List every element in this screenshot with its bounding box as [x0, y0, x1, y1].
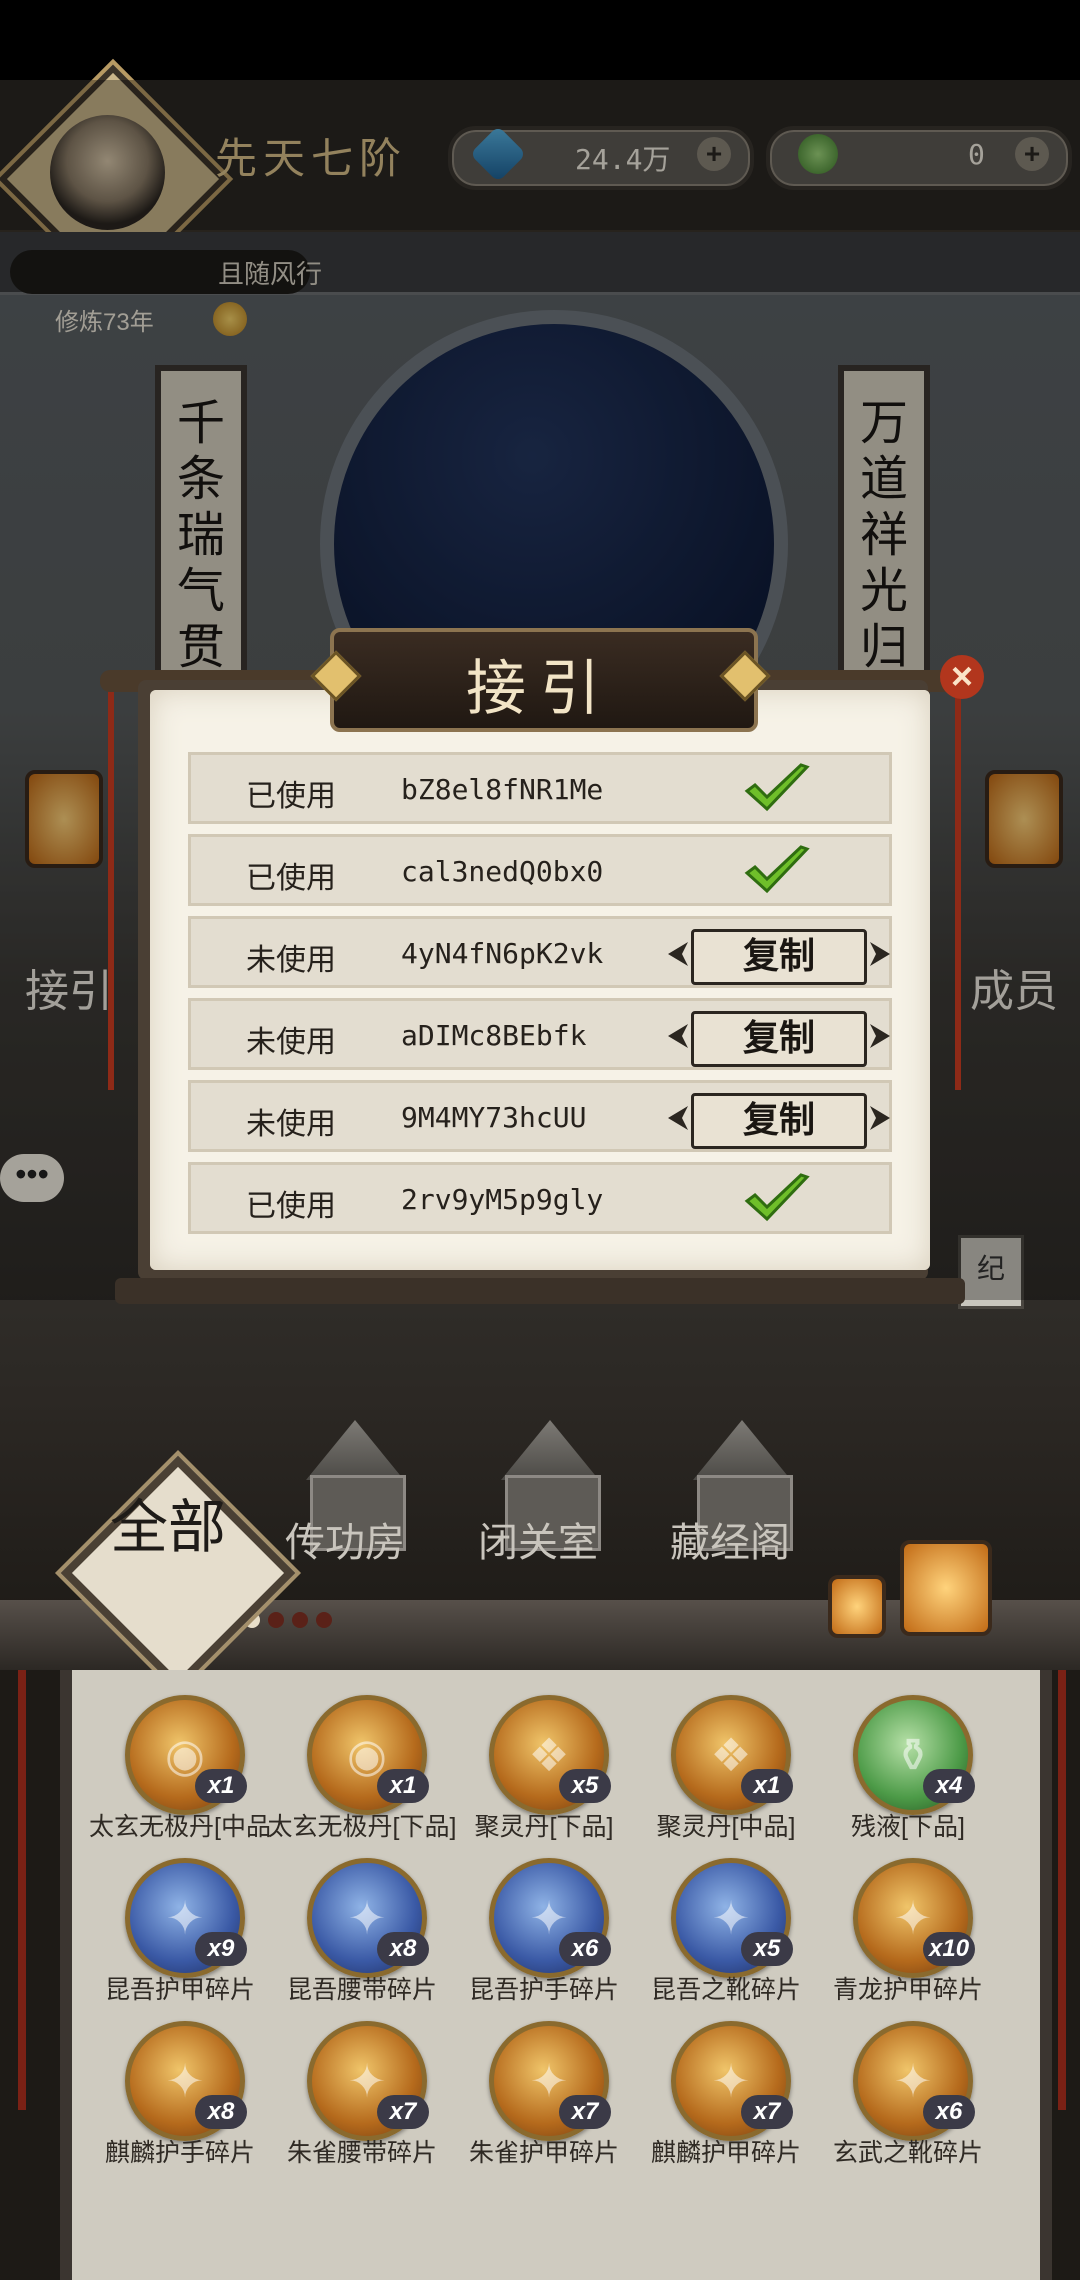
inventory-item[interactable]: ◉ x1 太玄无极丹[下品] — [262, 1695, 456, 1855]
item-count-badge: x9 — [195, 1932, 247, 1966]
copy-button[interactable]: 复制 — [691, 929, 867, 985]
item-name: 昆吾护手碎片 — [468, 1976, 619, 2004]
code-value: cal3nedQ0bx0 — [401, 855, 604, 888]
code-status: 已使用 — [246, 780, 336, 813]
code-row: 未使用 aDIMc8BEbfk 复制 — [188, 998, 892, 1070]
status-bar — [0, 0, 1080, 80]
code-status: 已使用 — [246, 1190, 336, 1223]
code-status: 未使用 — [246, 1026, 336, 1059]
item-name: 昆吾之靴碎片 — [650, 1976, 801, 2004]
dialog-title: 接引 — [466, 654, 614, 724]
page-dot[interactable] — [316, 1612, 332, 1628]
scroll-string — [108, 690, 114, 1090]
item-name: 麒麟护手碎片 — [104, 2139, 255, 2167]
copy-button[interactable]: 复制 — [691, 1011, 867, 1067]
inventory-item[interactable]: ✦ x5 昆吾之靴碎片 — [626, 1858, 806, 2018]
code-status: 未使用 — [246, 944, 336, 977]
code-value: 9M4MY73hcUU — [401, 1101, 587, 1134]
item-count-badge: x5 — [741, 1932, 793, 1966]
building-label[interactable]: 传功房 — [285, 1510, 405, 1568]
inventory-item[interactable]: ✦ x7 麒麟护甲碎片 — [626, 2021, 806, 2181]
inventory-item[interactable]: ✦ x7 朱雀护甲碎片 — [444, 2021, 624, 2181]
inventory-item[interactable]: ✦ x6 昆吾护手碎片 — [444, 1858, 624, 2018]
code-row: 未使用 9M4MY73hcUU 复制 — [188, 1080, 892, 1152]
item-count-badge: x10 — [923, 1932, 976, 1966]
inventory-item[interactable]: ✦ x6 玄武之靴碎片 — [808, 2021, 988, 2181]
check-icon — [744, 763, 810, 812]
scroll-bottom-rod — [115, 1278, 965, 1304]
lantern-icon — [828, 1575, 886, 1638]
item-name: 聚灵丹[下品] — [474, 1813, 614, 1841]
item-count-badge: x8 — [377, 1932, 429, 1966]
item-name: 昆吾护甲碎片 — [104, 1976, 255, 2004]
page-dot[interactable] — [292, 1612, 308, 1628]
inventory-item[interactable]: ✦ x8 麒麟护手碎片 — [80, 2021, 260, 2181]
red-rope — [18, 1670, 26, 2110]
code-row: 已使用 cal3nedQ0bx0 — [188, 834, 892, 906]
page-dot[interactable] — [268, 1612, 284, 1628]
building-label[interactable]: 闭关室 — [478, 1510, 598, 1568]
item-name: 朱雀护甲碎片 — [468, 2139, 619, 2167]
code-row: 已使用 bZ8el8fNR1Me — [188, 752, 892, 824]
item-count-badge: x4 — [923, 1769, 975, 1803]
filter-all-label[interactable]: 全部 — [110, 1495, 240, 1559]
code-row: 未使用 4yN4fN6pK2vk 复制 — [188, 916, 892, 988]
inventory-item[interactable]: ⚱ x4 残液[下品] — [808, 1695, 988, 1855]
item-count-badge: x6 — [559, 1932, 611, 1966]
item-name: 太玄无极丹[中品 — [89, 1813, 271, 1841]
inventory-item[interactable]: ◉ x1 太玄无极丹[中品 — [80, 1695, 271, 1855]
item-count-badge: x1 — [377, 1769, 429, 1803]
item-count-badge: x7 — [377, 2095, 429, 2129]
item-name: 聚灵丹[中品] — [656, 1813, 796, 1841]
inventory-item[interactable]: ✦ x8 昆吾腰带碎片 — [262, 1858, 442, 2018]
scroll-string — [955, 690, 961, 1090]
item-count-badge: x7 — [741, 2095, 793, 2129]
code-value: aDIMc8BEbfk — [401, 1019, 587, 1052]
item-name: 昆吾腰带碎片 — [286, 1976, 437, 2004]
item-name: 残液[下品] — [851, 1813, 965, 1841]
item-name: 麒麟护甲碎片 — [650, 2139, 801, 2167]
code-status: 已使用 — [246, 862, 336, 895]
item-count-badge: x8 — [195, 2095, 247, 2129]
code-row: 已使用 2rv9yM5p9gly — [188, 1162, 892, 1234]
lantern-icon — [900, 1540, 992, 1636]
inventory-item[interactable]: ✦ x7 朱雀腰带碎片 — [262, 2021, 442, 2181]
item-name: 玄武之靴碎片 — [832, 2139, 983, 2167]
code-value: bZ8el8fNR1Me — [401, 773, 604, 806]
building-label[interactable]: 藏经阁 — [670, 1510, 790, 1568]
item-count-badge: x6 — [923, 2095, 975, 2129]
copy-button[interactable]: 复制 — [691, 1093, 867, 1149]
item-name: 青龙护甲碎片 — [832, 1976, 983, 2004]
code-status: 未使用 — [246, 1108, 336, 1141]
item-count-badge: x1 — [741, 1769, 793, 1803]
inventory-item[interactable]: ✦ x9 昆吾护甲碎片 — [80, 1858, 260, 2018]
code-value: 2rv9yM5p9gly — [401, 1183, 604, 1216]
inventory-item[interactable]: ❖ x5 聚灵丹[下品] — [444, 1695, 624, 1855]
code-value: 4yN4fN6pK2vk — [401, 937, 604, 970]
close-button[interactable]: × — [940, 655, 984, 699]
item-name: 太玄无极丹[下品] — [267, 1813, 457, 1841]
item-count-badge: x5 — [559, 1769, 611, 1803]
item-count-badge: x1 — [195, 1769, 247, 1803]
check-icon — [744, 1173, 810, 1222]
red-rope — [1058, 1670, 1066, 2110]
item-count-badge: x7 — [559, 2095, 611, 2129]
item-name: 朱雀腰带碎片 — [286, 2139, 437, 2167]
inventory-item[interactable]: ❖ x1 聚灵丹[中品] — [626, 1695, 806, 1855]
inventory-item[interactable]: ✦ x10 青龙护甲碎片 — [808, 1858, 988, 2018]
check-icon — [744, 845, 810, 894]
